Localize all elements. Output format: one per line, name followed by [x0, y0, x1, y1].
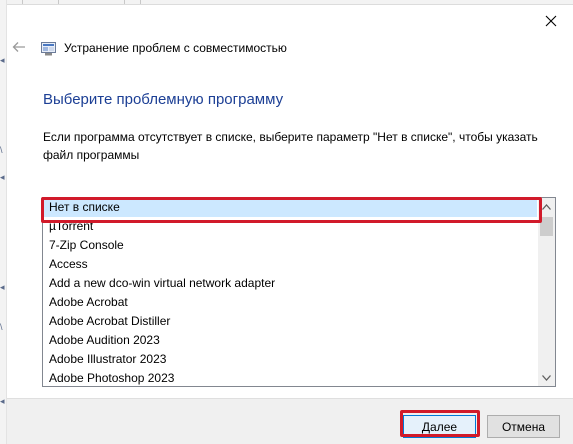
vertical-scrollbar[interactable] — [538, 198, 555, 386]
dialog-footer: Далее Отмена — [7, 398, 573, 444]
list-item[interactable]: Adobe Illustrator 2023 — [43, 350, 537, 369]
cancel-button[interactable]: Отмена — [487, 415, 560, 438]
compatibility-troubleshooter-icon — [41, 42, 56, 56]
screen: ◂ \ ◂ ◂ \ ◂ Устранение проблем с совмест… — [0, 0, 573, 444]
list-item[interactable]: µTorrent — [43, 217, 537, 236]
instructions-text: Если программа отсутствует в списке, выб… — [43, 130, 538, 162]
program-listbox[interactable]: Нет в списке µTorrent 7-Zip Console Access A… — [42, 197, 556, 387]
chevron-down-icon — [542, 375, 551, 381]
troubleshooter-dialog: Устранение проблем с совместимостью Выбе… — [7, 5, 573, 444]
next-button[interactable]: Далее — [403, 415, 476, 438]
list-item[interactable]: Access — [43, 255, 537, 274]
window-title: Устранение проблем с совместимостью — [64, 41, 287, 55]
close-icon — [545, 15, 557, 27]
back-button[interactable] — [12, 41, 26, 53]
scroll-down-button[interactable] — [538, 369, 555, 386]
list-item[interactable]: Adobe Audition 2023 — [43, 331, 537, 350]
back-arrow-icon — [12, 42, 25, 52]
program-list: Нет в списке µTorrent 7-Zip Console Access A… — [43, 198, 537, 386]
list-item-selected[interactable]: Нет в списке — [43, 198, 537, 217]
list-item[interactable]: Adobe Acrobat — [43, 293, 537, 312]
background-window-left: ◂ \ ◂ ◂ \ ◂ — [0, 0, 7, 444]
list-item[interactable]: Adobe Acrobat Distiller — [43, 312, 537, 331]
scroll-thumb[interactable] — [540, 217, 553, 236]
scroll-up-button[interactable] — [538, 198, 555, 215]
list-item[interactable]: Add a new dco-win virtual network adapte… — [43, 274, 537, 293]
close-button[interactable] — [539, 11, 563, 33]
list-item[interactable]: Adobe Photoshop 2023 — [43, 369, 537, 386]
list-item[interactable]: 7-Zip Console — [43, 236, 537, 255]
chevron-up-icon — [542, 204, 551, 210]
page-heading: Выберите проблемную программу — [43, 91, 284, 108]
